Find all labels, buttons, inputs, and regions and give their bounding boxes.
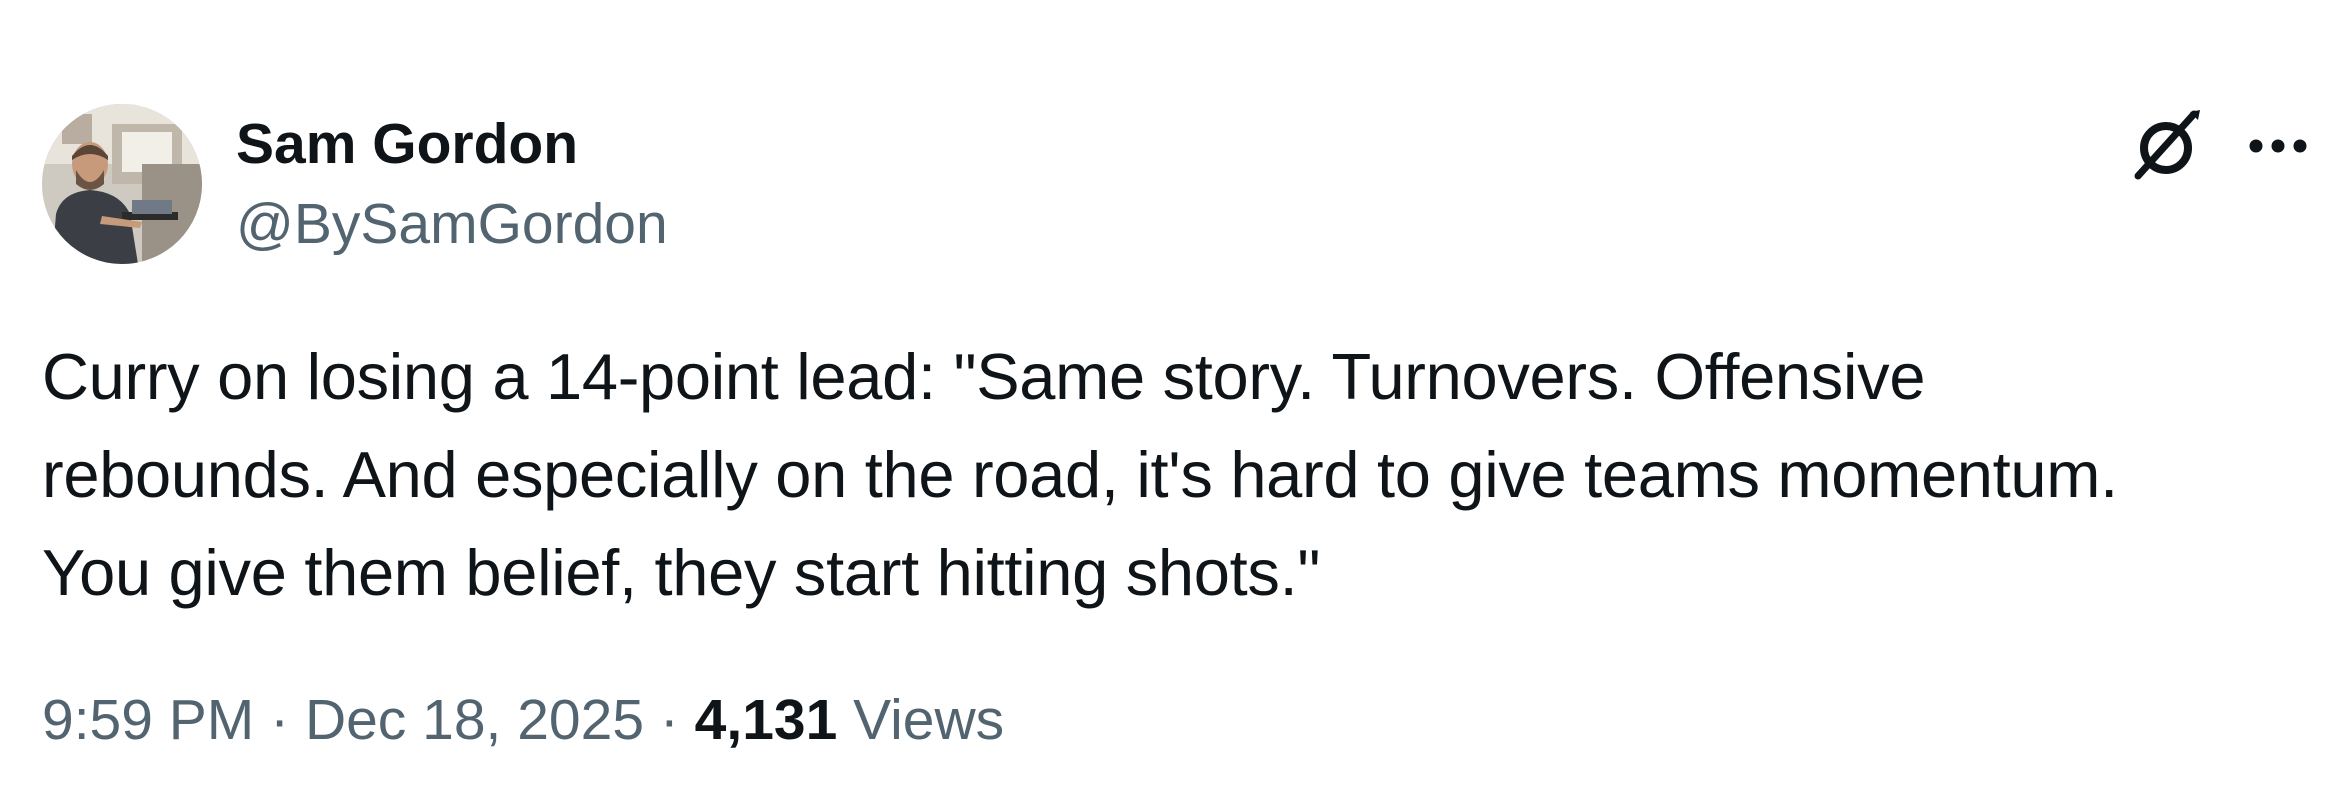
views-count: 4,131 xyxy=(694,688,838,752)
meta-separator: · xyxy=(644,688,695,752)
views-label: Views xyxy=(837,688,1004,752)
tweet-card: Sam Gordon @BySamGordon Curry on losing … xyxy=(0,0,2352,796)
grok-icon xyxy=(2134,110,2200,180)
tweet-metadata: 9:59 PM · Dec 18, 2025 · 4,131 Views xyxy=(42,682,1004,758)
tweet-time: 9:59 PM xyxy=(42,688,255,752)
avatar[interactable] xyxy=(42,104,202,264)
meta-separator: · xyxy=(254,688,305,752)
more-horizontal-icon xyxy=(2249,139,2307,153)
author-handle[interactable]: @BySamGordon xyxy=(236,186,668,262)
grok-button[interactable] xyxy=(2124,104,2208,188)
tweet-text: Curry on losing a 14-point lead: "Same s… xyxy=(42,340,2118,609)
avatar-photo xyxy=(42,104,202,264)
tweet-timestamp[interactable]: 9:59 PM · Dec 18, 2025 xyxy=(42,688,644,752)
author-display-name[interactable]: Sam Gordon xyxy=(236,106,578,182)
tweet-date: Dec 18, 2025 xyxy=(304,688,645,752)
more-options-button[interactable] xyxy=(2236,118,2320,174)
views-label-text: Views xyxy=(853,688,1005,752)
